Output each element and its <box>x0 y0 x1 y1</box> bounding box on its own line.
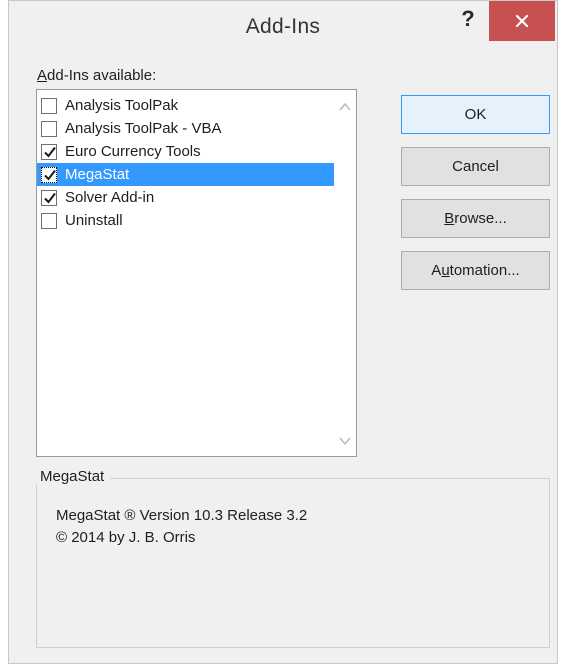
list-item[interactable]: Solver Add-in <box>37 186 334 209</box>
add-ins-available-label: Add-Ins available: <box>37 67 157 84</box>
help-button[interactable]: ? <box>453 5 483 33</box>
cancel-button[interactable]: Cancel <box>401 147 550 186</box>
list-item-label: Analysis ToolPak - VBA <box>65 120 222 137</box>
close-button[interactable] <box>489 1 555 41</box>
list-item-label: MegaStat <box>65 166 130 183</box>
add-ins-list: Analysis ToolPak Analysis ToolPak - VBA Eu… <box>37 94 334 232</box>
list-scrollbar[interactable] <box>334 90 356 456</box>
list-item[interactable]: MegaStat <box>37 163 334 186</box>
list-item-label: Analysis ToolPak <box>65 97 179 114</box>
description-line-2: © 2014 by J. B. Orris <box>56 529 196 546</box>
description-line-1: MegaStat ® Version 10.3 Release 3.2 <box>56 507 308 524</box>
list-item[interactable]: Euro Currency Tools <box>37 140 334 163</box>
checkmark-icon <box>44 146 56 158</box>
checkmark-icon <box>44 169 56 181</box>
checkbox[interactable] <box>41 97 57 114</box>
checkbox[interactable] <box>41 166 57 183</box>
list-item-label: Uninstall <box>65 212 123 229</box>
add-ins-dialog: Add-Ins ? Add-Ins available: Analysis To… <box>8 0 558 664</box>
title-bar: Add-Ins ? <box>9 1 557 55</box>
browse-button[interactable]: Browse... <box>401 199 550 238</box>
details-group-title: MegaStat <box>36 468 111 485</box>
list-item[interactable]: Uninstall <box>37 209 334 232</box>
checkmark-icon <box>44 192 56 204</box>
list-item-label: Solver Add-in <box>65 189 155 206</box>
checkbox[interactable] <box>41 120 57 137</box>
list-item-label: Euro Currency Tools <box>65 143 201 160</box>
scroll-up-arrow-icon[interactable] <box>338 100 352 114</box>
list-item[interactable]: Analysis ToolPak - VBA <box>37 117 334 140</box>
automation-button[interactable]: Au tomation... <box>401 251 550 290</box>
checkbox[interactable] <box>41 212 57 229</box>
checkbox[interactable] <box>41 143 57 160</box>
list-item[interactable]: Analysis ToolPak <box>37 94 334 117</box>
add-ins-listbox[interactable]: Analysis ToolPak Analysis ToolPak - VBA Eu… <box>36 89 357 457</box>
checkbox[interactable] <box>41 189 57 206</box>
ok-button[interactable]: OK <box>401 95 550 134</box>
close-icon <box>515 14 529 28</box>
add-in-description: MegaStat ® Version 10.3 Release 3.2 © 20… <box>56 505 307 549</box>
details-groupbox <box>36 478 550 648</box>
scroll-down-arrow-icon[interactable] <box>338 434 352 448</box>
